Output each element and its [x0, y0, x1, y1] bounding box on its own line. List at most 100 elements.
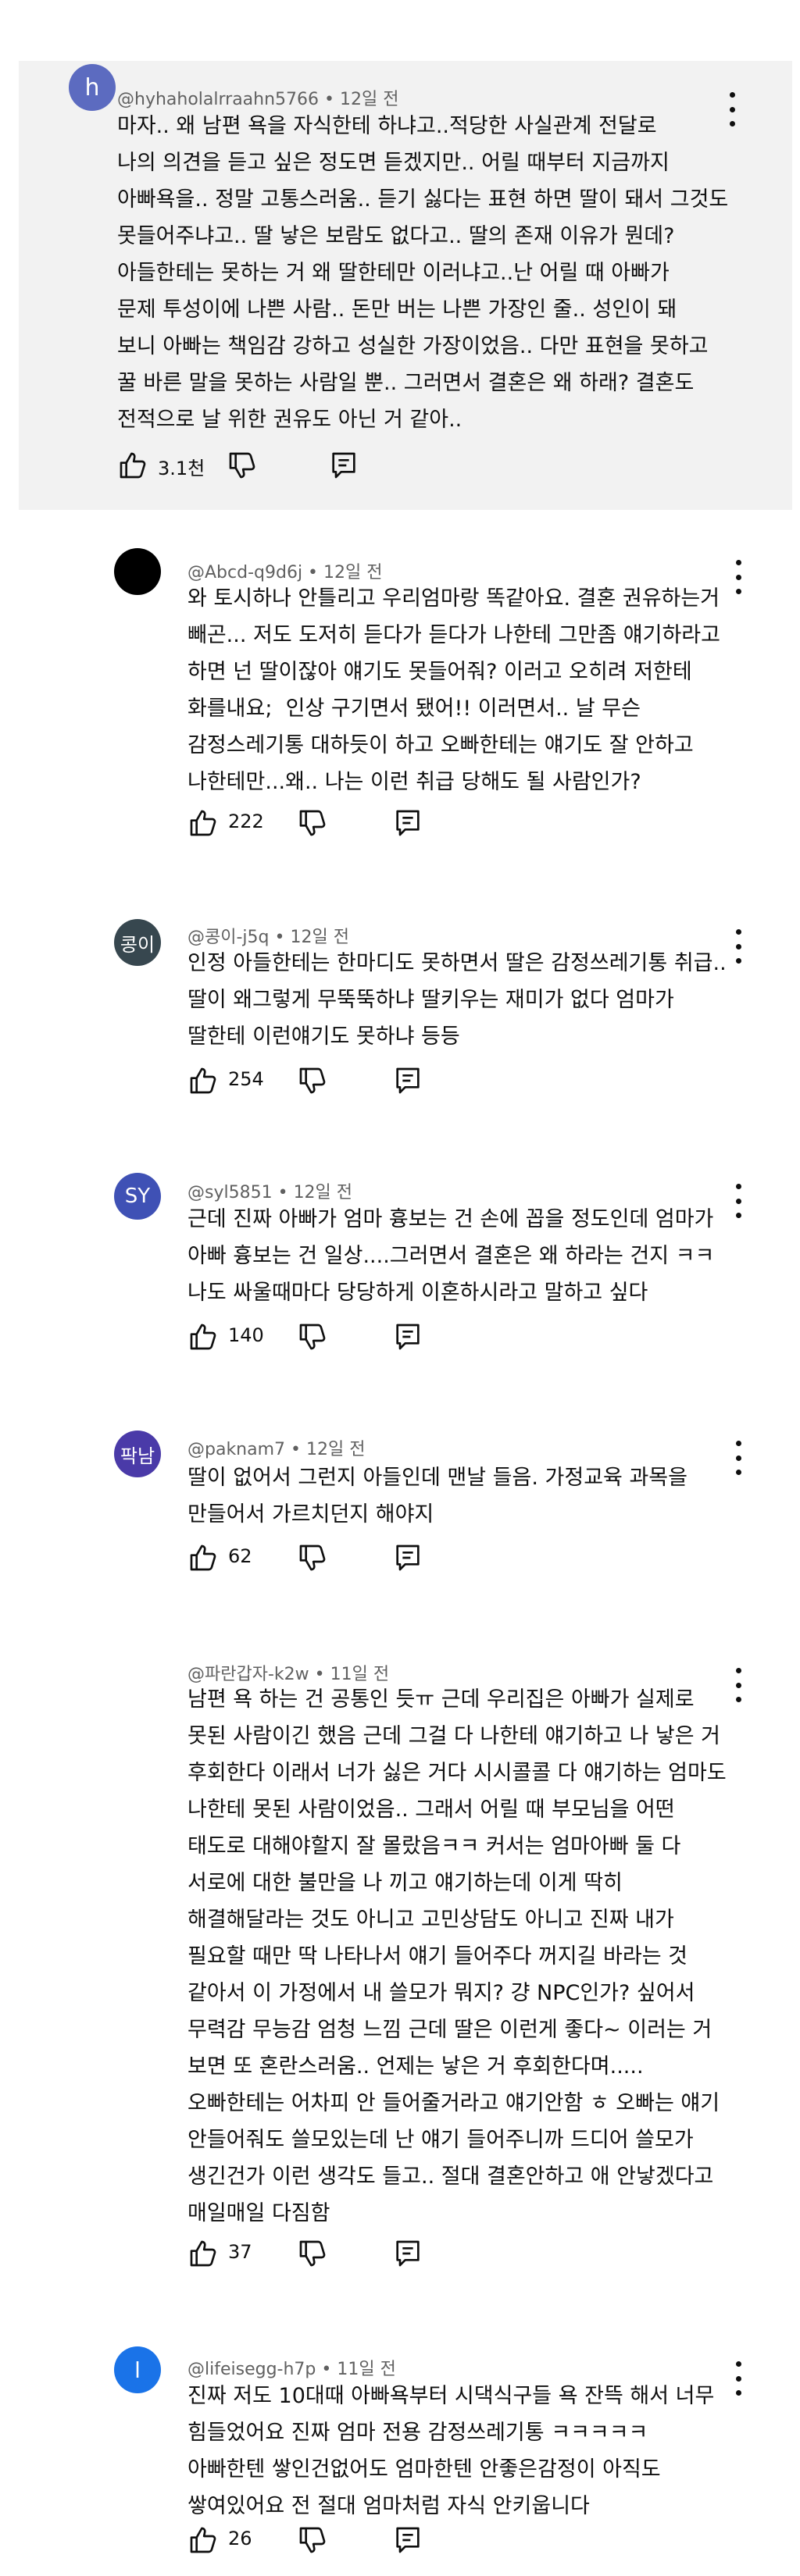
comment-time: 12일 전	[340, 90, 399, 109]
like-icon[interactable]	[188, 1065, 219, 1096]
comment-text: 근데 진짜 아빠가 엄마 흉보는 건 손에 꼽을 정도인데 엄마가아빠 흉보는 …	[188, 1201, 714, 1311]
comment-line: 전적으로 날 위한 권유도 아닌 거 같아..	[117, 408, 462, 432]
comment-line: 딸한테 이런얘기도 못하냐 등등	[188, 1024, 460, 1049]
comment-line: 무력감 무능감 엄청 느낌 근데 딸은 이런게 좋다~ 이러는 거	[188, 2018, 712, 2042]
dislike-icon[interactable]	[297, 1542, 328, 1573]
comment-time: 12일 전	[293, 1183, 353, 1202]
comment-line: 꿀 바른 말을 못하는 사람일 뿐.. 그러면서 결혼은 왜 하래? 결혼도	[117, 371, 695, 395]
avatar[interactable]: h	[69, 64, 116, 111]
comment-header: @paknam7 • 12일 전	[188, 1440, 366, 1459]
more-options-icon[interactable]	[729, 2361, 748, 2396]
author-handle[interactable]: @syl5851	[188, 1183, 273, 1202]
like-icon[interactable]	[188, 2524, 219, 2556]
comment-line: 아빠한텐 쌓인건없어도 엄마한텐 안좋은감정이 아직도	[188, 2457, 661, 2482]
comment-line: 문제 투성이에 나쁜 사람.. 돈만 버는 나쁜 가장인 줄.. 성인이 돼	[117, 298, 677, 322]
author-handle[interactable]: @lifeisegg-h7p	[188, 2360, 316, 2379]
author-handle[interactable]: @paknam7	[188, 1440, 285, 1459]
comment-line: 화를내요; 인상 구기면서 됐어!! 이러면서.. 날 무슨	[188, 697, 641, 721]
comment-line: 인정 아들한테는 한마디도 못하면서 딸은 감정쓰레기통 취급..	[188, 951, 727, 975]
comment-text: 진짜 저도 10대때 아빠욕부터 시댁식구들 욕 잔뜩 해서 너무힘들었어요 진…	[188, 2378, 714, 2524]
like-count: 62	[228, 1545, 252, 1567]
like-icon[interactable]	[188, 2238, 219, 2269]
author-handle[interactable]: @hyhaholalrraahn5766	[117, 90, 319, 109]
like-count: 3.1천	[158, 458, 205, 479]
avatar[interactable]	[114, 1654, 161, 1701]
more-options-icon[interactable]	[723, 92, 741, 126]
comment-line: 힘들었어요 진짜 엄마 전용 감정쓰레기통 ㅋㅋㅋㅋㅋ	[188, 2421, 648, 2445]
like-icon[interactable]	[188, 1321, 219, 1352]
comment-line: 딸이 없어서 그런지 아들인데 맨날 들음. 가정교육 과목을	[188, 1466, 688, 1490]
like-icon[interactable]	[188, 1542, 219, 1573]
comment-line: 나도 싸울때마다 당당하게 이혼하시라고 말하고 싶다	[188, 1281, 648, 1305]
reply-icon[interactable]	[392, 807, 423, 839]
avatar[interactable]: SY	[114, 1173, 161, 1220]
comment-line: 아빠욕을.. 정말 고통스러움.. 듣기 싫다는 표현 하면 딸이 돼서 그것도	[117, 187, 729, 212]
comment-line: 근데 진짜 아빠가 엄마 흉보는 건 손에 꼽을 정도인데 엄마가	[188, 1207, 714, 1231]
comment-line: 서로에 대한 불만을 나 끼고 얘기하는데 이게 딱히	[188, 1871, 623, 1895]
comment-line: 해결해달라는 것도 아니고 고민상담도 아니고 진짜 내가	[188, 1908, 674, 1932]
dislike-icon[interactable]	[297, 2524, 328, 2556]
more-options-icon[interactable]	[729, 1668, 748, 1702]
reply-icon[interactable]	[392, 1065, 423, 1096]
comment-time: 12일 전	[306, 1440, 366, 1459]
like-count: 37	[228, 2241, 252, 2263]
dislike-icon[interactable]	[297, 2238, 328, 2269]
avatar[interactable]: l	[114, 2346, 161, 2393]
comment-line: 보면 또 혼란스러움.. 언제는 낳은 거 후회한다며.....	[188, 2054, 644, 2079]
more-options-icon[interactable]	[729, 1184, 748, 1218]
avatar[interactable]: 콩이	[114, 919, 161, 966]
comment-line: 후회한다 이래서 너가 싫은 거다 시시콜콜 다 얘기하는 엄마도	[188, 1761, 727, 1785]
comment-line: 딸이 왜그렇게 무뚝뚝하냐 딸키우는 재미가 없다 엄마가	[188, 988, 674, 1012]
avatar[interactable]: 팍남	[114, 1431, 161, 1477]
reply-icon[interactable]	[392, 2238, 423, 2269]
reply-icon[interactable]	[392, 1542, 423, 1573]
comment-line: 빼곤... 저도 도저히 듣다가 듣다가 나한테 그만좀 얘기하라고	[188, 623, 720, 647]
comment-line: 안들어줘도 쓸모있는데 난 얘기 들어주니까 드디어 쓸모가	[188, 2128, 694, 2152]
comment-line: 필요할 때만 딱 나타나서 얘기 들어주다 꺼지길 바라는 것	[188, 1944, 688, 1969]
comment-line: 쌓여있어요 전 절대 엄마처럼 자식 안키웁니다	[188, 2494, 590, 2518]
reply-icon[interactable]	[392, 2524, 423, 2556]
dislike-icon[interactable]	[227, 450, 258, 481]
reply-icon[interactable]	[328, 450, 359, 481]
dislike-icon[interactable]	[297, 1065, 328, 1096]
comment-text: 와 토시하나 안틀리고 우리엄마랑 똑같아요. 결혼 권유하는거빼곤... 저도…	[188, 580, 720, 800]
reply-icon[interactable]	[392, 1321, 423, 1352]
comment-line: 생긴건가 이런 생각도 들고.. 절대 결혼안하고 애 안낳겠다고	[188, 2164, 714, 2189]
comment-line: 남편 욕 하는 건 공통인 듯ㅠ 근데 우리집은 아빠가 실제로	[188, 1687, 695, 1712]
avatar[interactable]	[114, 548, 161, 595]
like-count: 26	[228, 2528, 252, 2549]
comment-line: 와 토시하나 안틀리고 우리엄마랑 똑같아요. 결혼 권유하는거	[188, 586, 720, 611]
dislike-icon[interactable]	[297, 1321, 328, 1352]
comment-header: @syl5851 • 12일 전	[188, 1183, 353, 1202]
more-options-icon[interactable]	[729, 1441, 748, 1475]
comment-header: @lifeisegg-h7p • 11일 전	[188, 2360, 396, 2379]
comment-header: @hyhaholalrraahn5766 • 12일 전	[117, 90, 399, 109]
comment-line: 나한테 못된 사람이었음.. 그래서 어릴 때 부모님을 어떤	[188, 1797, 675, 1822]
like-icon[interactable]	[117, 450, 148, 481]
like-count: 140	[228, 1324, 264, 1346]
comment-line: 못들어주냐고.. 딸 낳은 보람도 없다고.. 딸의 존재 이유가 뭔데?	[117, 224, 675, 248]
comment-line: 나한테만...왜.. 나는 이런 취급 당해도 될 사람인가?	[188, 770, 641, 794]
like-icon[interactable]	[188, 807, 219, 839]
comment-line: 감정스레기통 대하듯이 하고 오빠한테는 얘기도 잘 안하고	[188, 733, 694, 757]
like-count: 222	[228, 811, 264, 832]
comment-line: 아빠 흉보는 건 일상....그러면서 결혼은 왜 하라는 건지 ㅋㅋ	[188, 1244, 715, 1268]
comment-line: 매일매일 다짐함	[188, 2201, 330, 2225]
comment-line: 오빠한테는 어차피 안 들어줄거라고 얘기안함 ㅎ 오빠는 얘기	[188, 2091, 720, 2115]
comment-line: 아들한테는 못하는 거 왜 딸한테만 이러냐고..난 어릴 때 아빠가	[117, 261, 670, 285]
comment-line: 하면 넌 딸이잖아 얘기도 못들어줘? 이러고 오히려 저한테	[188, 660, 692, 684]
like-count: 254	[228, 1068, 264, 1090]
comment-line: 나의 의견을 듣고 싶은 정도면 듣겠지만.. 어릴 때부터 지금까지	[117, 151, 670, 175]
comment-line: 태도로 대해야할지 잘 몰랐음ㅋㅋ 커서는 엄마아빠 둘 다	[188, 1834, 681, 1858]
more-options-icon[interactable]	[729, 929, 748, 964]
dislike-icon[interactable]	[297, 807, 328, 839]
comment-line: 진짜 저도 10대때 아빠욕부터 시댁식구들 욕 잔뜩 해서 너무	[188, 2384, 715, 2408]
comment-text: 인정 아들한테는 한마디도 못하면서 딸은 감정쓰레기통 취급.. 딸이 왜그렇게…	[188, 945, 727, 1055]
comment-line: 같아서 이 가정에서 내 쓸모가 뭐지? 걍 NPC인가? 싶어서	[188, 1981, 695, 2005]
comment-line: 만들어서 가르치던지 해야지	[188, 1502, 434, 1527]
comment-text: 마자.. 왜 남편 욕을 자식한테 하냐고..적당한 사실관계 전달로나의 의견…	[117, 108, 728, 438]
comment-line: 마자.. 왜 남편 욕을 자식한테 하냐고..적당한 사실관계 전달로	[117, 114, 657, 138]
more-options-icon[interactable]	[729, 560, 748, 594]
comment-text: 딸이 없어서 그런지 아들인데 맨날 들음. 가정교육 과목을만들어서 가르치던…	[188, 1459, 688, 1533]
comment-text: 남편 욕 하는 건 공통인 듯ㅠ 근데 우리집은 아빠가 실제로 못된 사람이긴 …	[188, 1681, 727, 2232]
